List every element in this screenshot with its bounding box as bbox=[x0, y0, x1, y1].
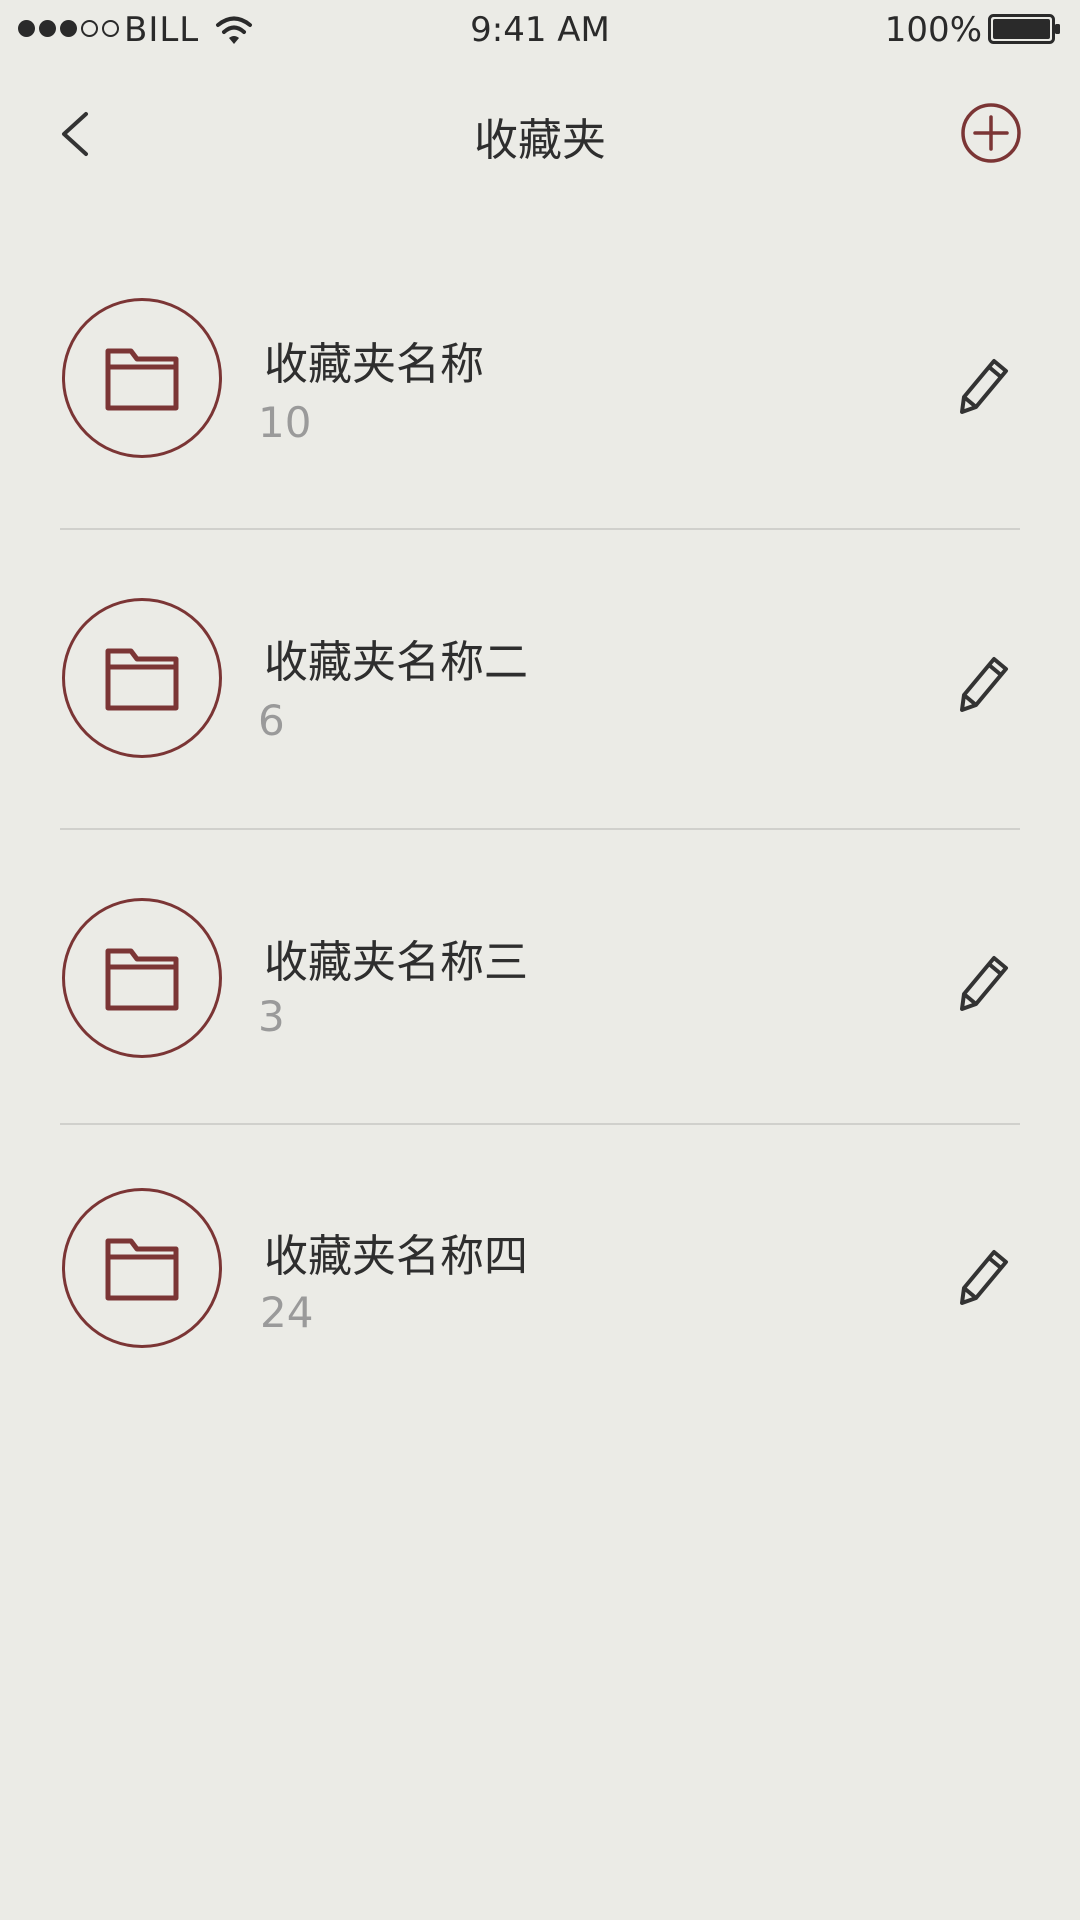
folder-count: 6 bbox=[258, 696, 285, 745]
folder-avatar bbox=[62, 1188, 222, 1348]
folder-name: 收藏夹名称二 bbox=[264, 637, 528, 688]
divider bbox=[60, 1123, 1020, 1125]
list-item[interactable]: 收藏夹名称 10 bbox=[0, 268, 1080, 568]
page-title: 收藏夹 bbox=[474, 115, 606, 166]
status-bar: BILL 9:41 AM 100% bbox=[0, 0, 1080, 64]
folder-count: 3 bbox=[258, 992, 285, 1041]
pencil-icon bbox=[960, 657, 1008, 712]
battery-icon bbox=[988, 14, 1060, 44]
folder-icon bbox=[105, 648, 179, 711]
folder-avatar bbox=[62, 898, 222, 1058]
folder-avatar bbox=[62, 598, 222, 758]
folder-avatar bbox=[62, 298, 222, 458]
plus-circle-icon bbox=[961, 103, 1021, 163]
navigation-bar: 收藏夹 bbox=[0, 64, 1080, 204]
pencil-icon bbox=[960, 956, 1008, 1011]
folder-name: 收藏夹名称 bbox=[264, 339, 484, 390]
edit-button[interactable] bbox=[956, 353, 1012, 415]
battery-percentage: 100% bbox=[884, 10, 982, 50]
folder-icon bbox=[105, 348, 179, 411]
folder-count: 24 bbox=[260, 1288, 314, 1337]
list-item[interactable]: 收藏夹名称二 6 bbox=[0, 568, 1080, 868]
folder-icon bbox=[105, 948, 179, 1011]
edit-button[interactable] bbox=[956, 950, 1012, 1012]
pencil-icon bbox=[960, 1250, 1008, 1305]
pencil-icon bbox=[960, 359, 1008, 414]
divider bbox=[60, 828, 1020, 830]
folder-name: 收藏夹名称四 bbox=[264, 1231, 528, 1282]
list-item[interactable]: 收藏夹名称四 24 bbox=[0, 1158, 1080, 1458]
edit-button[interactable] bbox=[956, 1244, 1012, 1306]
divider bbox=[60, 528, 1020, 530]
folder-icon bbox=[105, 1238, 179, 1301]
folder-name: 收藏夹名称三 bbox=[264, 937, 528, 988]
folder-count: 10 bbox=[258, 398, 312, 447]
add-folder-button[interactable] bbox=[960, 102, 1022, 164]
edit-button[interactable] bbox=[956, 651, 1012, 713]
